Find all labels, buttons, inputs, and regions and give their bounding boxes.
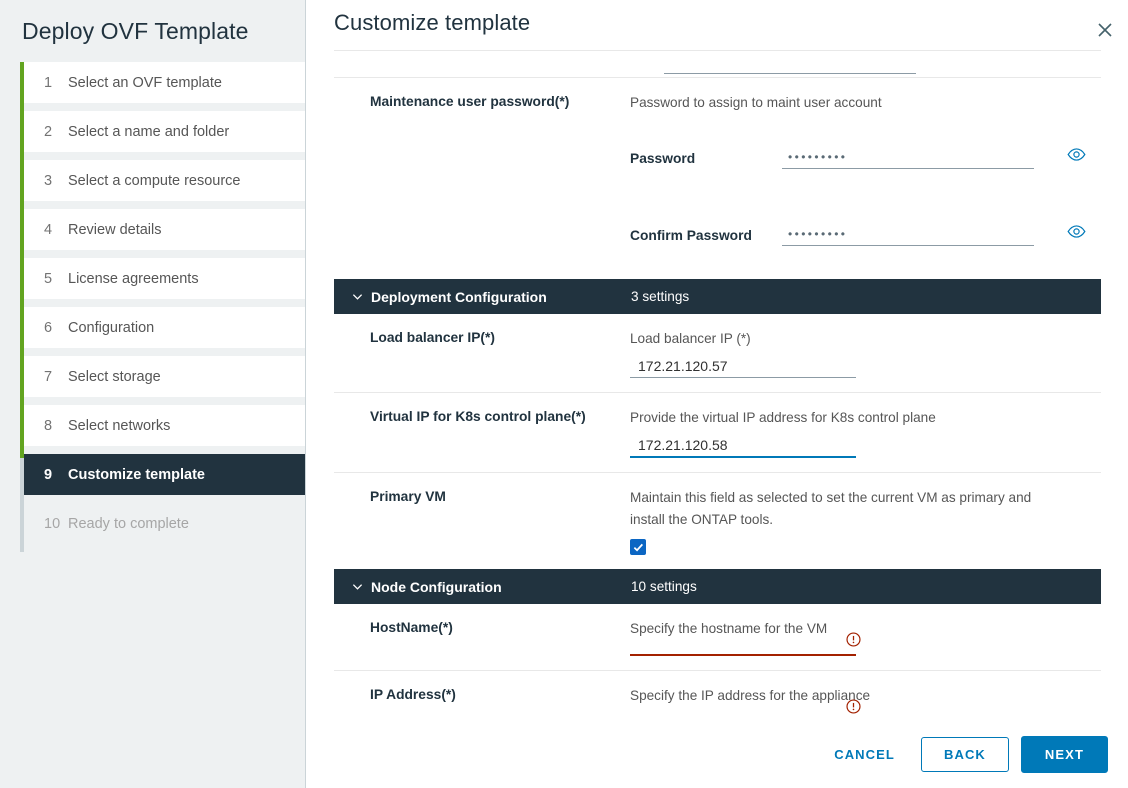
virtual-ip-input[interactable]: 172.21.120.58: [630, 435, 856, 458]
section-header-deployment-configuration[interactable]: Deployment Configuration 3 settings: [334, 279, 1101, 314]
row-description: Maintain this field as selected to set t…: [630, 487, 1050, 531]
row-virtual-ip-k8s-control-plane: Virtual IP for K8s control plane(*) Prov…: [334, 392, 1101, 472]
confirm-password-field[interactable]: •••••••••: [782, 225, 1034, 246]
section-count: 3 settings: [631, 289, 689, 304]
row-label: Virtual IP for K8s control plane(*): [334, 407, 630, 458]
chevron-down-icon: [334, 581, 371, 592]
sidebar-item-select-compute-resource[interactable]: 3 Select a compute resource: [24, 160, 305, 201]
step-label: Ready to complete: [68, 516, 189, 532]
confirm-password-row: Confirm Password •••••••••: [630, 225, 1101, 246]
step-label: License agreements: [68, 271, 199, 287]
step-number: 4: [44, 222, 68, 238]
password-row: Password •••••••••: [630, 148, 1101, 169]
row-description: Specify the hostname for the VM: [630, 618, 1101, 640]
sidebar-item-select-name-and-folder[interactable]: 2 Select a name and folder: [24, 111, 305, 152]
primary-vm-checkbox[interactable]: [630, 539, 646, 555]
password-field[interactable]: •••••••••: [782, 148, 1034, 169]
step-number: 2: [44, 124, 68, 140]
step-number: 6: [44, 320, 68, 336]
back-button[interactable]: BACK: [921, 737, 1009, 772]
row-label: Primary VM: [334, 487, 630, 555]
sidebar-item-license-agreements[interactable]: 5 License agreements: [24, 258, 305, 299]
row-label: Maintenance user password(*): [334, 92, 630, 265]
step-number: 8: [44, 418, 68, 434]
step-label: Select a compute resource: [68, 173, 240, 189]
step-number: 3: [44, 173, 68, 189]
password-value: •••••••••: [788, 150, 847, 164]
next-button[interactable]: NEXT: [1021, 736, 1108, 773]
wizard-steps: 1 Select an OVF template 2 Select a name…: [0, 62, 305, 544]
step-label: Select storage: [68, 369, 161, 385]
sidebar-item-select-networks[interactable]: 8 Select networks: [24, 405, 305, 446]
hostname-error-underline: [630, 654, 856, 656]
show-password-icon[interactable]: [1067, 145, 1086, 167]
row-description: Load balancer IP (*): [630, 328, 1101, 350]
row-value: Specify the IP address for the appliance: [630, 685, 1101, 720]
section-title: Deployment Configuration: [371, 289, 631, 305]
row-load-balancer-ip: Load balancer IP(*) Load balancer IP (*)…: [334, 314, 1101, 392]
row-maintenance-user-password: Maintenance user password(*) Password to…: [334, 77, 1101, 279]
clipped-field-underline: [664, 73, 916, 74]
section-header-node-configuration[interactable]: Node Configuration 10 settings: [334, 569, 1101, 604]
step-label: Configuration: [68, 320, 154, 336]
hostname-input[interactable]: [630, 654, 856, 656]
error-icon: [845, 698, 862, 718]
sidebar-item-select-storage[interactable]: 7 Select storage: [24, 356, 305, 397]
row-value: Load balancer IP (*) 172.21.120.57: [630, 328, 1101, 378]
step-number: 5: [44, 271, 68, 287]
row-hostname: HostName(*) Specify the hostname for the…: [334, 604, 1101, 670]
row-primary-vm: Primary VM Maintain this field as select…: [334, 472, 1101, 569]
row-description: Provide the virtual IP address for K8s c…: [630, 407, 1101, 429]
step-label: Select a name and folder: [68, 124, 229, 140]
row-ip-address: IP Address(*) Specify the IP address for…: [334, 670, 1101, 720]
main-header: Customize template: [306, 0, 1128, 50]
confirm-password-value: •••••••••: [788, 227, 847, 241]
row-value: Provide the virtual IP address for K8s c…: [630, 407, 1101, 458]
row-value: Specify the hostname for the VM: [630, 618, 1101, 656]
row-label: HostName(*): [334, 618, 630, 656]
form-scroll-area[interactable]: Maintenance user password(*) Password to…: [334, 51, 1101, 720]
close-icon[interactable]: [1094, 19, 1116, 41]
password-label: Password: [630, 151, 782, 166]
row-description: Password to assign to maint user account: [630, 92, 1101, 114]
wizard-title: Deploy OVF Template: [0, 0, 305, 45]
step-number: 9: [44, 467, 68, 483]
section-count: 10 settings: [631, 579, 697, 594]
row-label: IP Address(*): [334, 685, 630, 720]
wizard-main: Customize template Maintenance user pass…: [306, 0, 1128, 788]
clipped-field-above: [334, 51, 1101, 77]
step-label: Select an OVF template: [68, 75, 222, 91]
deploy-ovf-wizard: Deploy OVF Template 1 Select an OVF temp…: [0, 0, 1128, 788]
section-title: Node Configuration: [371, 579, 631, 595]
sidebar-item-ready-to-complete[interactable]: 10 Ready to complete: [24, 503, 305, 544]
row-value: Password to assign to maint user account…: [630, 92, 1101, 265]
cancel-button[interactable]: CANCEL: [820, 739, 909, 770]
sidebar-item-select-ovf-template[interactable]: 1 Select an OVF template: [24, 62, 305, 103]
row-value: Maintain this field as selected to set t…: [630, 487, 1101, 555]
show-confirm-password-icon[interactable]: [1067, 222, 1086, 244]
step-label: Review details: [68, 222, 162, 238]
sidebar-item-review-details[interactable]: 4 Review details: [24, 209, 305, 250]
step-number: 10: [44, 516, 68, 532]
step-number: 7: [44, 369, 68, 385]
confirm-password-label: Confirm Password: [630, 228, 782, 243]
chevron-down-icon: [334, 291, 371, 302]
page-title: Customize template: [306, 0, 1128, 36]
step-label: Customize template: [68, 467, 205, 483]
sidebar-item-customize-template[interactable]: 9 Customize template: [24, 454, 305, 495]
step-number: 1: [44, 75, 68, 91]
row-label: Load balancer IP(*): [334, 328, 630, 378]
step-label: Select networks: [68, 418, 170, 434]
row-description: Specify the IP address for the appliance: [630, 685, 1101, 707]
error-icon: [845, 631, 862, 651]
load-balancer-ip-input[interactable]: 172.21.120.57: [630, 356, 856, 378]
wizard-footer: CANCEL BACK NEXT: [306, 720, 1128, 788]
customize-template-form: Maintenance user password(*) Password to…: [334, 50, 1101, 720]
wizard-sidebar: Deploy OVF Template 1 Select an OVF temp…: [0, 0, 306, 788]
sidebar-item-configuration[interactable]: 6 Configuration: [24, 307, 305, 348]
